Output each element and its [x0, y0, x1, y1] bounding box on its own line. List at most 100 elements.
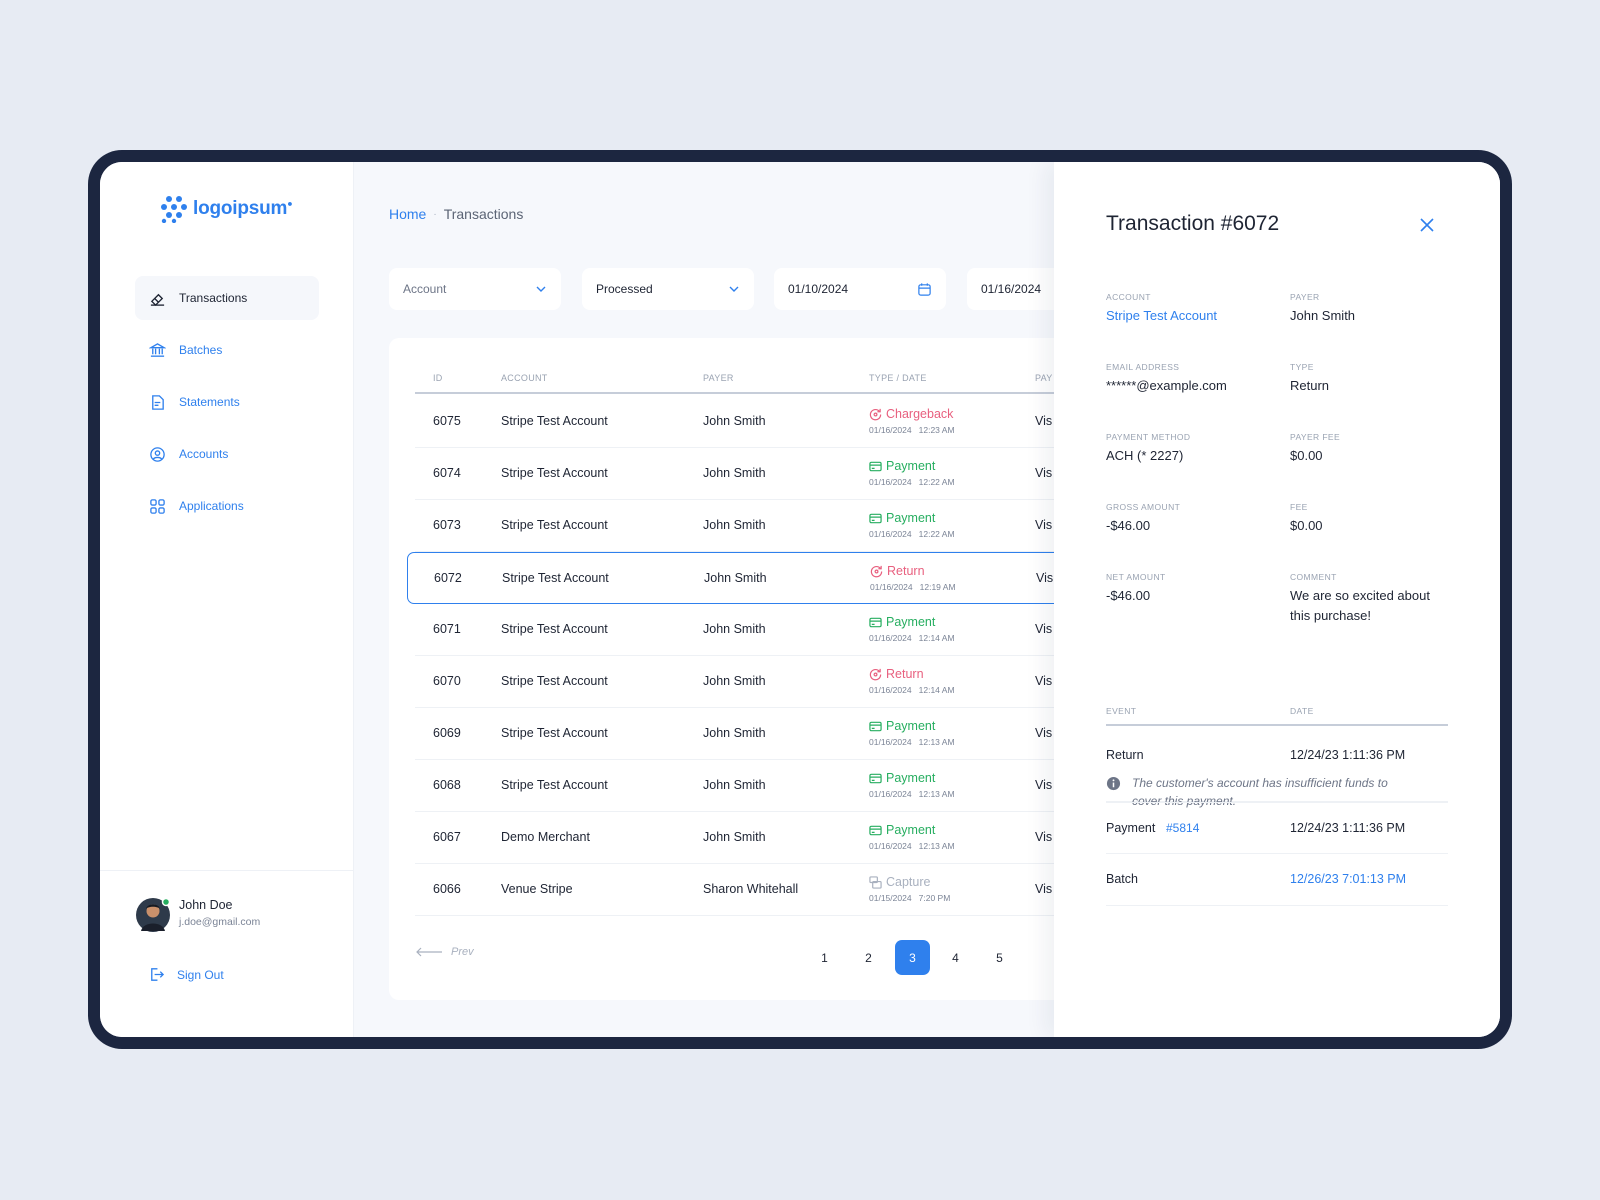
cell-type-label: Payment	[886, 511, 936, 525]
event-col-header: EVENT	[1106, 706, 1137, 716]
user-block	[100, 870, 354, 1037]
cell-payer: John Smith	[703, 518, 766, 532]
avatar[interactable]	[135, 897, 171, 938]
cell-date: 01/16/2024 12:22 AM	[869, 529, 955, 539]
cell-type-label: Return	[886, 667, 924, 681]
cell-payer: John Smith	[703, 414, 766, 428]
type-label: TYPE	[1290, 362, 1314, 372]
gross-amount-label: GROSS AMOUNT	[1106, 502, 1181, 512]
cell-account: Stripe Test Account	[501, 674, 608, 688]
cell-account: Stripe Test Account	[501, 726, 608, 740]
email-value: ******@example.com	[1106, 378, 1227, 393]
grid-icon	[148, 497, 166, 515]
cell-pay: Vis	[1035, 518, 1053, 532]
sidebar-item-transactions[interactable]: Transactions	[135, 276, 319, 320]
return-icon	[869, 668, 882, 681]
cell-type: Payment	[869, 615, 935, 629]
transactions-icon	[148, 289, 166, 307]
sidebar-item-statements[interactable]: Statements	[135, 380, 319, 424]
event-date: 12/24/23 1:11:36 PM	[1290, 821, 1406, 835]
cell-pay: Vis	[1035, 414, 1053, 428]
cell-date: 01/15/2024 7:20 PM	[869, 893, 951, 903]
cell-type: Capture	[869, 875, 930, 889]
page-button-2[interactable]: 2	[851, 940, 886, 975]
chevron-down-icon	[536, 286, 546, 292]
type-value: Return	[1290, 378, 1330, 393]
col-header-account[interactable]: ACCOUNT	[501, 373, 548, 383]
email-label: EMAIL ADDRESS	[1106, 362, 1180, 372]
date-to-value: 01/16/2024	[981, 282, 1042, 296]
brand-name: logoipsum●	[193, 198, 293, 219]
cell-type-label: Capture	[886, 875, 931, 889]
cell-id: 6068	[433, 778, 461, 792]
user-name: John Doe	[179, 898, 233, 912]
cell-type: Payment	[869, 511, 935, 525]
sidebar-item-accounts[interactable]: Accounts	[135, 432, 319, 476]
cell-type-label: Payment	[886, 459, 936, 473]
cell-type: Payment	[869, 459, 935, 473]
status-filter-value: Processed	[596, 282, 653, 296]
brand-logo[interactable]: logoipsum●	[160, 195, 293, 223]
account-filter-select[interactable]: Account	[389, 268, 561, 310]
cell-type: Return	[870, 564, 925, 578]
app-window: logoipsum● Transactions Batches Statemen…	[100, 162, 1500, 1037]
col-header-payer[interactable]: PAYER	[703, 373, 734, 383]
col-header-type-date[interactable]: TYPE / DATE	[869, 373, 927, 383]
cell-payer: John Smith	[703, 726, 766, 740]
bank-icon	[148, 341, 166, 359]
page-button-5[interactable]: 5	[982, 940, 1017, 975]
date-col-header: DATE	[1290, 706, 1314, 716]
breadcrumb-separator: ·	[433, 208, 437, 220]
batch-date-link[interactable]: 12/26/23 7:01:13 PM	[1290, 872, 1406, 886]
sidebar-item-label: Batches	[179, 343, 223, 357]
page-button-3[interactable]: 3	[895, 940, 930, 975]
logo-mark-icon	[161, 196, 187, 223]
event-note-line-1: The customer's account has insufficient …	[1132, 776, 1388, 790]
breadcrumb-home-link[interactable]: Home	[389, 206, 426, 222]
cell-type-label: Chargeback	[886, 407, 954, 421]
panel-title: Transaction #6072	[1106, 212, 1280, 235]
capture-icon	[869, 875, 882, 889]
col-header-id[interactable]: ID	[433, 373, 443, 383]
cell-payer: John Smith	[703, 778, 766, 792]
sidebar-item-applications[interactable]: Applications	[135, 484, 319, 528]
arrow-left-icon	[416, 947, 442, 957]
card-icon	[869, 720, 882, 733]
card-icon	[869, 460, 882, 473]
cell-type: Chargeback	[869, 407, 953, 421]
account-filter-value: Account	[403, 282, 447, 296]
col-header-pay[interactable]: PAY	[1035, 373, 1053, 383]
transaction-detail-panel: Transaction #6072 ACCOUNT Stripe Test Ac…	[1054, 162, 1500, 1037]
cell-type-label: Payment	[886, 823, 936, 837]
sidebar-item-batches[interactable]: Batches	[135, 328, 319, 372]
payment-reference-link[interactable]: #5814	[1166, 821, 1199, 835]
account-link[interactable]: Stripe Test Account	[1106, 306, 1217, 326]
sign-out-button[interactable]: Sign Out	[148, 966, 224, 983]
user-email: j.doe@gmail.com	[179, 916, 261, 928]
date-from-input[interactable]: 01/10/2024	[774, 268, 946, 310]
comment-line-2: this purchase!	[1290, 608, 1371, 623]
cell-id: 6067	[433, 830, 461, 844]
sign-out-label: Sign Out	[177, 967, 224, 982]
cell-pay: Vis	[1035, 830, 1053, 844]
comment-label: COMMENT	[1290, 572, 1337, 582]
cell-type-label: Return	[887, 564, 925, 578]
prev-page-button[interactable]: Prev	[415, 946, 474, 958]
payer-fee-label: PAYER FEE	[1290, 432, 1341, 442]
cell-id: 6075	[433, 414, 461, 428]
document-icon	[148, 393, 166, 411]
cell-date: 01/16/2024 12:13 AM	[869, 737, 955, 747]
cell-account: Venue Stripe	[501, 882, 573, 896]
cell-pay: Vis	[1035, 674, 1053, 688]
page-button-4[interactable]: 4	[938, 940, 973, 975]
gross-amount-value: -$46.00	[1106, 518, 1151, 533]
cell-date: 01/16/2024 12:13 AM	[869, 789, 955, 799]
fee-value: $0.00	[1290, 518, 1323, 533]
cell-date: 01/16/2024 12:14 AM	[869, 685, 955, 695]
status-filter-select[interactable]: Processed	[582, 268, 754, 310]
breadcrumb-current: Transactions	[443, 206, 524, 222]
chevron-down-icon	[729, 286, 739, 292]
sidebar-item-label: Transactions	[179, 291, 248, 305]
close-icon[interactable]	[1418, 216, 1436, 234]
page-button-1[interactable]: 1	[807, 940, 842, 975]
